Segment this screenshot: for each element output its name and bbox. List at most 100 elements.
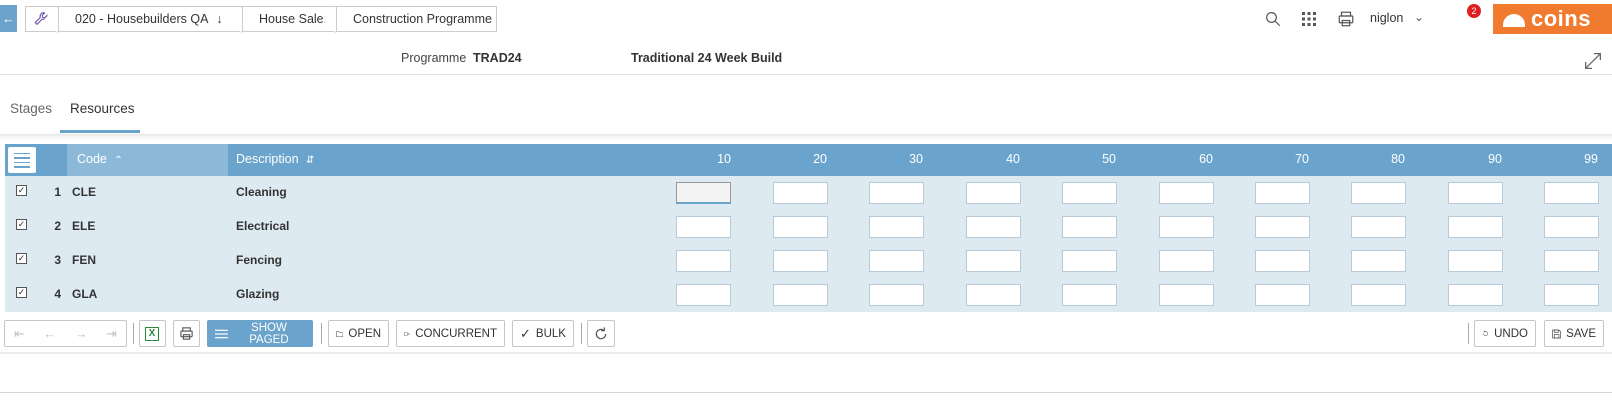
stage-cell-input[interactable] (1448, 284, 1503, 306)
stage-cell-input[interactable] (1159, 250, 1214, 272)
concurrent-button[interactable]: CONCURRENT (396, 320, 505, 347)
print-button[interactable] (173, 320, 200, 347)
divider (0, 352, 1612, 354)
bulk-button[interactable]: ✓ BULK (512, 320, 574, 347)
last-page-icon[interactable]: ⇥ (106, 326, 117, 342)
column-header-stage[interactable]: 20 (787, 152, 827, 166)
column-header-stage[interactable]: 10 (691, 152, 731, 166)
stage-cell-input[interactable] (1255, 250, 1310, 272)
breadcrumb-module[interactable]: House Sales (242, 6, 336, 32)
column-header-stage[interactable]: 70 (1269, 152, 1309, 166)
column-header-stage[interactable]: 30 (883, 152, 923, 166)
breadcrumb-tools[interactable] (25, 6, 58, 32)
column-header-stage[interactable]: 40 (980, 152, 1020, 166)
expand-icon[interactable] (1582, 50, 1604, 72)
user-menu[interactable]: niglon (1370, 11, 1403, 25)
stage-cell-input[interactable] (1544, 250, 1599, 272)
stage-cell-input[interactable] (1544, 182, 1599, 204)
programme-header: Programme TRAD24 Traditional 24 Week Bui… (0, 48, 1612, 72)
stage-cell-input[interactable] (676, 284, 731, 306)
notification-badge[interactable]: 2 (1467, 4, 1481, 18)
row-description: Electrical (236, 219, 290, 233)
show-paged-button[interactable]: SHOW PAGED (207, 320, 313, 347)
concurrent-icon (404, 331, 410, 336)
row-checkbox[interactable]: ✓ (16, 185, 27, 196)
stage-cell-input[interactable] (1159, 284, 1214, 306)
table-row: ✓ 3 FEN Fencing (5, 244, 1612, 278)
stage-cell-input[interactable] (1448, 216, 1503, 238)
open-button[interactable]: OPEN (328, 320, 389, 347)
stage-cell-input[interactable] (1062, 250, 1117, 272)
stage-cell-input[interactable] (676, 182, 731, 204)
apps-grid-icon[interactable] (1299, 9, 1319, 29)
refresh-button[interactable] (587, 320, 615, 347)
printer-icon[interactable] (1336, 9, 1356, 29)
stage-cell-input[interactable] (869, 216, 924, 238)
stage-cell-input[interactable] (773, 182, 828, 204)
wrench-icon (34, 12, 48, 26)
stage-cell-input[interactable] (1062, 284, 1117, 306)
column-menu-button[interactable] (8, 147, 36, 173)
chevron-down-icon[interactable]: ⌄ (1414, 10, 1424, 24)
back-button[interactable]: ← (0, 5, 17, 32)
stage-cell-input[interactable] (773, 216, 828, 238)
undo-button[interactable]: UNDO (1474, 320, 1536, 347)
stage-cell-input[interactable] (1062, 216, 1117, 238)
tab-stages[interactable]: Stages (0, 98, 62, 133)
stage-cell-input[interactable] (869, 182, 924, 204)
stage-cell-input[interactable] (1062, 182, 1117, 204)
grid-toolbar: ⇤ ← → ⇥ X SHOW PAGED OPEN CONCURRENT ✓ B… (0, 316, 1612, 352)
first-page-icon[interactable]: ⇤ (14, 326, 25, 342)
stage-cell-input[interactable] (773, 284, 828, 306)
row-checkbox[interactable]: ✓ (16, 287, 27, 298)
stage-cell-input[interactable] (966, 216, 1021, 238)
stage-cell-input[interactable] (1448, 182, 1503, 204)
table-row: ✓ 2 ELE Electrical (5, 210, 1612, 244)
stage-cell-input[interactable] (1351, 216, 1406, 238)
export-excel-button[interactable]: X (139, 320, 166, 347)
save-button[interactable]: SAVE (1544, 320, 1604, 347)
sort-icon: ⇵ (306, 155, 315, 166)
stage-cell-input[interactable] (1448, 250, 1503, 272)
stage-cell-input[interactable] (966, 284, 1021, 306)
stage-cell-input[interactable] (1544, 216, 1599, 238)
excel-icon: X (145, 326, 159, 341)
printer-icon (180, 327, 193, 340)
column-header-stage[interactable]: 60 (1173, 152, 1213, 166)
stage-cell-input[interactable] (1159, 182, 1214, 204)
column-header-stage[interactable]: 50 (1076, 152, 1116, 166)
search-icon[interactable] (1263, 9, 1283, 29)
row-checkbox[interactable]: ✓ (16, 253, 27, 264)
next-page-icon[interactable]: → (75, 326, 88, 341)
stage-cell-input[interactable] (966, 182, 1021, 204)
breadcrumb-page[interactable]: Construction Programme (336, 6, 497, 32)
stage-cell-input[interactable] (1255, 284, 1310, 306)
stage-cell-input[interactable] (676, 250, 731, 272)
column-header-stage[interactable]: 80 (1365, 152, 1405, 166)
stage-cell-input[interactable] (869, 284, 924, 306)
stage-cell-input[interactable] (966, 250, 1021, 272)
column-header-stage[interactable]: 99 (1558, 152, 1598, 166)
row-checkbox[interactable]: ✓ (16, 219, 27, 230)
stage-cell-input[interactable] (869, 250, 924, 272)
stage-cell-input[interactable] (773, 250, 828, 272)
breadcrumb-company[interactable]: 020 - Housebuilders QA ↓ (58, 6, 242, 32)
stage-cell-input[interactable] (1351, 250, 1406, 272)
programme-description: Traditional 24 Week Build (631, 51, 783, 65)
stage-cell-input[interactable] (1351, 182, 1406, 204)
stage-cell-input[interactable] (1255, 182, 1310, 204)
divider (0, 392, 1612, 393)
column-header-code[interactable]: Code ⌃ (67, 144, 228, 176)
tab-resources[interactable]: Resources (60, 98, 140, 133)
grid-header: Code ⌃ Description ⇵ 10 20 30 40 50 60 70 80 90 9… (5, 144, 1612, 176)
previous-page-icon[interactable]: ← (43, 326, 56, 341)
undo-icon (1483, 330, 1488, 336)
stage-cell-input[interactable] (1544, 284, 1599, 306)
column-header-stage[interactable]: 90 (1462, 152, 1502, 166)
row-number: 2 (54, 219, 61, 233)
stage-cell-input[interactable] (1351, 284, 1406, 306)
stage-cell-input[interactable] (676, 216, 731, 238)
stage-cell-input[interactable] (1255, 216, 1310, 238)
stage-cell-input[interactable] (1159, 216, 1214, 238)
column-header-description[interactable]: Description ⇵ (236, 152, 314, 166)
